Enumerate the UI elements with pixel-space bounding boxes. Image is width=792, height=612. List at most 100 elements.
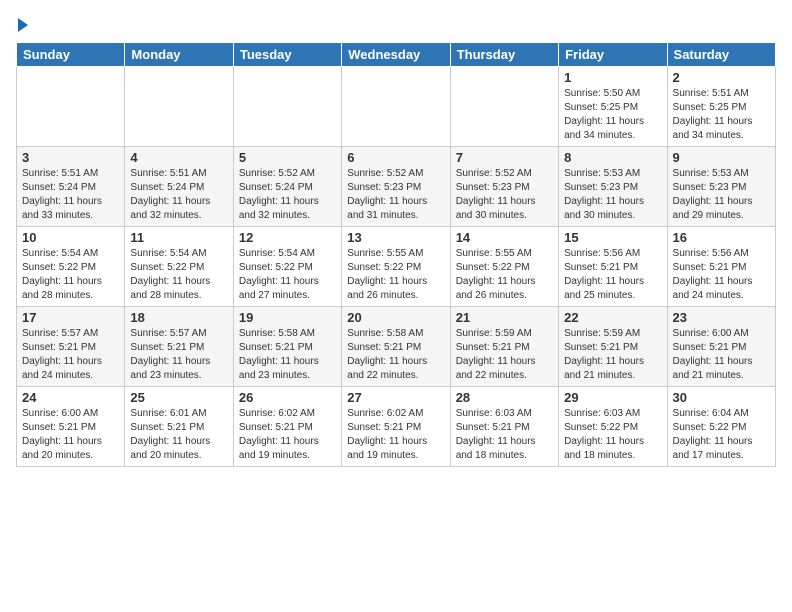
calendar-cell: 11 Sunrise: 5:54 AM Sunset: 5:22 PM Dayli… (125, 227, 233, 307)
day-info: Sunrise: 5:52 AM Sunset: 5:23 PM Dayligh… (456, 167, 553, 223)
weekday-header: Monday (125, 43, 233, 67)
day-info: Sunrise: 5:53 AM Sunset: 5:23 PM Dayligh… (564, 167, 661, 223)
day-number: 11 (130, 230, 227, 245)
day-number: 25 (130, 390, 227, 405)
calendar-cell: 20 Sunrise: 5:58 AM Sunset: 5:21 PM Dayli… (342, 307, 450, 387)
day-number: 29 (564, 390, 661, 405)
day-info: Sunrise: 5:59 AM Sunset: 5:21 PM Dayligh… (564, 327, 661, 383)
day-info: Sunrise: 5:51 AM Sunset: 5:25 PM Dayligh… (673, 87, 770, 143)
day-info: Sunrise: 5:55 AM Sunset: 5:22 PM Dayligh… (347, 247, 444, 303)
day-info: Sunrise: 6:02 AM Sunset: 5:21 PM Dayligh… (239, 407, 336, 463)
calendar-cell: 5Sunrise: 5:52 AM Sunset: 5:24 PM Daylig… (233, 147, 341, 227)
day-info: Sunrise: 5:58 AM Sunset: 5:21 PM Dayligh… (239, 327, 336, 383)
day-info: Sunrise: 5:57 AM Sunset: 5:21 PM Dayligh… (22, 327, 119, 383)
calendar-cell (342, 67, 450, 147)
calendar-cell: 6 Sunrise: 5:52 AM Sunset: 5:23 PM Daylig… (342, 147, 450, 227)
calendar-cell: 15Sunrise: 5:56 AM Sunset: 5:21 PM Dayli… (559, 227, 667, 307)
calendar-cell: 30 Sunrise: 6:04 AM Sunset: 5:22 PM Dayli… (667, 387, 775, 467)
day-number: 13 (347, 230, 444, 245)
calendar-cell (17, 67, 125, 147)
calendar-cell: 28 Sunrise: 6:03 AM Sunset: 5:21 PM Dayli… (450, 387, 558, 467)
day-info: Sunrise: 6:04 AM Sunset: 5:22 PM Dayligh… (673, 407, 770, 463)
day-number: 1 (564, 70, 661, 85)
day-info: Sunrise: 5:54 AM Sunset: 5:22 PM Dayligh… (130, 247, 227, 303)
calendar-cell: 25 Sunrise: 6:01 AM Sunset: 5:21 PM Dayli… (125, 387, 233, 467)
day-number: 6 (347, 150, 444, 165)
logo-triangle-icon (18, 18, 28, 32)
day-number: 26 (239, 390, 336, 405)
day-info: Sunrise: 5:57 AM Sunset: 5:21 PM Dayligh… (130, 327, 227, 383)
weekday-header: Thursday (450, 43, 558, 67)
calendar-cell (233, 67, 341, 147)
calendar-cell: 24 Sunrise: 6:00 AM Sunset: 5:21 PM Dayli… (17, 387, 125, 467)
calendar-cell: 13 Sunrise: 5:55 AM Sunset: 5:22 PM Dayli… (342, 227, 450, 307)
day-info: Sunrise: 6:00 AM Sunset: 5:21 PM Dayligh… (673, 327, 770, 383)
calendar-cell: 26 Sunrise: 6:02 AM Sunset: 5:21 PM Dayli… (233, 387, 341, 467)
day-number: 30 (673, 390, 770, 405)
day-number: 28 (456, 390, 553, 405)
day-number: 23 (673, 310, 770, 325)
day-number: 22 (564, 310, 661, 325)
day-number: 12 (239, 230, 336, 245)
day-info: Sunrise: 6:00 AM Sunset: 5:21 PM Dayligh… (22, 407, 119, 463)
weekday-header: Tuesday (233, 43, 341, 67)
day-number: 2 (673, 70, 770, 85)
calendar-cell: 29Sunrise: 6:03 AM Sunset: 5:22 PM Dayli… (559, 387, 667, 467)
day-info: Sunrise: 5:54 AM Sunset: 5:22 PM Dayligh… (22, 247, 119, 303)
calendar-cell: 8Sunrise: 5:53 AM Sunset: 5:23 PM Daylig… (559, 147, 667, 227)
day-info: Sunrise: 5:59 AM Sunset: 5:21 PM Dayligh… (456, 327, 553, 383)
day-info: Sunrise: 5:54 AM Sunset: 5:22 PM Dayligh… (239, 247, 336, 303)
calendar-cell: 12 Sunrise: 5:54 AM Sunset: 5:22 PM Dayli… (233, 227, 341, 307)
day-info: Sunrise: 5:51 AM Sunset: 5:24 PM Dayligh… (22, 167, 119, 223)
header (16, 16, 776, 32)
calendar-cell: 27 Sunrise: 6:02 AM Sunset: 5:21 PM Dayli… (342, 387, 450, 467)
day-number: 3 (22, 150, 119, 165)
day-info: Sunrise: 5:55 AM Sunset: 5:22 PM Dayligh… (456, 247, 553, 303)
calendar-cell: 3 Sunrise: 5:51 AM Sunset: 5:24 PM Daylig… (17, 147, 125, 227)
calendar-cell (450, 67, 558, 147)
day-number: 27 (347, 390, 444, 405)
calendar-cell: 10 Sunrise: 5:54 AM Sunset: 5:22 PM Dayli… (17, 227, 125, 307)
day-number: 21 (456, 310, 553, 325)
day-number: 20 (347, 310, 444, 325)
day-info: Sunrise: 5:53 AM Sunset: 5:23 PM Dayligh… (673, 167, 770, 223)
calendar: SundayMondayTuesdayWednesdayThursdayFrid… (16, 42, 776, 467)
day-info: Sunrise: 5:52 AM Sunset: 5:23 PM Dayligh… (347, 167, 444, 223)
day-number: 10 (22, 230, 119, 245)
day-info: Sunrise: 6:01 AM Sunset: 5:21 PM Dayligh… (130, 407, 227, 463)
logo (16, 16, 28, 32)
calendar-cell: 7 Sunrise: 5:52 AM Sunset: 5:23 PM Daylig… (450, 147, 558, 227)
calendar-cell: 4Sunrise: 5:51 AM Sunset: 5:24 PM Daylig… (125, 147, 233, 227)
day-number: 24 (22, 390, 119, 405)
day-info: Sunrise: 5:56 AM Sunset: 5:21 PM Dayligh… (673, 247, 770, 303)
day-info: Sunrise: 5:56 AM Sunset: 5:21 PM Dayligh… (564, 247, 661, 303)
day-info: Sunrise: 5:50 AM Sunset: 5:25 PM Dayligh… (564, 87, 661, 143)
calendar-cell: 23 Sunrise: 6:00 AM Sunset: 5:21 PM Dayli… (667, 307, 775, 387)
calendar-cell: 22 Sunrise: 5:59 AM Sunset: 5:21 PM Dayli… (559, 307, 667, 387)
weekday-header: Friday (559, 43, 667, 67)
day-info: Sunrise: 6:03 AM Sunset: 5:21 PM Dayligh… (456, 407, 553, 463)
day-number: 17 (22, 310, 119, 325)
day-info: Sunrise: 5:58 AM Sunset: 5:21 PM Dayligh… (347, 327, 444, 383)
day-info: Sunrise: 6:02 AM Sunset: 5:21 PM Dayligh… (347, 407, 444, 463)
weekday-header: Saturday (667, 43, 775, 67)
weekday-header: Sunday (17, 43, 125, 67)
day-number: 5 (239, 150, 336, 165)
day-number: 19 (239, 310, 336, 325)
day-number: 9 (673, 150, 770, 165)
calendar-cell: 16 Sunrise: 5:56 AM Sunset: 5:21 PM Dayli… (667, 227, 775, 307)
day-number: 7 (456, 150, 553, 165)
calendar-cell: 9 Sunrise: 5:53 AM Sunset: 5:23 PM Daylig… (667, 147, 775, 227)
calendar-cell (125, 67, 233, 147)
calendar-cell: 1 Sunrise: 5:50 AM Sunset: 5:25 PM Daylig… (559, 67, 667, 147)
calendar-cell: 2 Sunrise: 5:51 AM Sunset: 5:25 PM Daylig… (667, 67, 775, 147)
weekday-header: Wednesday (342, 43, 450, 67)
calendar-cell: 21 Sunrise: 5:59 AM Sunset: 5:21 PM Dayli… (450, 307, 558, 387)
day-number: 18 (130, 310, 227, 325)
day-number: 14 (456, 230, 553, 245)
day-number: 4 (130, 150, 227, 165)
calendar-cell: 18 Sunrise: 5:57 AM Sunset: 5:21 PM Dayli… (125, 307, 233, 387)
calendar-cell: 14 Sunrise: 5:55 AM Sunset: 5:22 PM Dayli… (450, 227, 558, 307)
page: SundayMondayTuesdayWednesdayThursdayFrid… (0, 0, 792, 475)
day-number: 16 (673, 230, 770, 245)
